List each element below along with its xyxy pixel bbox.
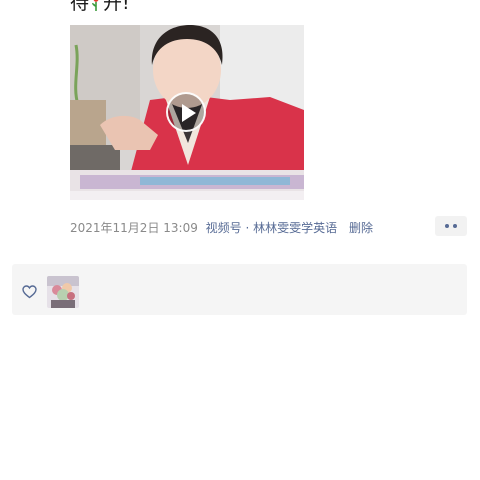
flower-emoji-icon — [92, 0, 99, 11]
liker-avatar[interactable] — [47, 276, 79, 308]
more-actions-button[interactable] — [435, 216, 467, 236]
moments-post-page: 待 开! 2021年11月2日 13:09 视频号 · 林林雯雯学英语 删除 — [0, 0, 480, 480]
post-text-start: 待 — [70, 0, 90, 14]
more-dots-icon — [453, 224, 457, 228]
video-thumbnail[interactable] — [70, 25, 304, 200]
post-text-end: 开! — [103, 0, 130, 14]
post-timestamp: 2021年11月2日 13:09 — [70, 221, 198, 235]
delete-link[interactable]: 删除 — [349, 221, 373, 235]
avatar-image — [47, 276, 79, 308]
post-text: 待 开! — [70, 0, 130, 15]
likes-panel — [12, 264, 467, 315]
play-icon — [182, 104, 196, 122]
video-channel-link[interactable]: 视频号 · 林林雯雯学英语 — [206, 221, 337, 235]
more-dots-icon — [445, 224, 449, 228]
post-meta: 2021年11月2日 13:09 视频号 · 林林雯雯学英语 删除 — [70, 219, 373, 237]
play-button[interactable] — [166, 92, 206, 132]
heart-outline-icon — [22, 285, 37, 299]
